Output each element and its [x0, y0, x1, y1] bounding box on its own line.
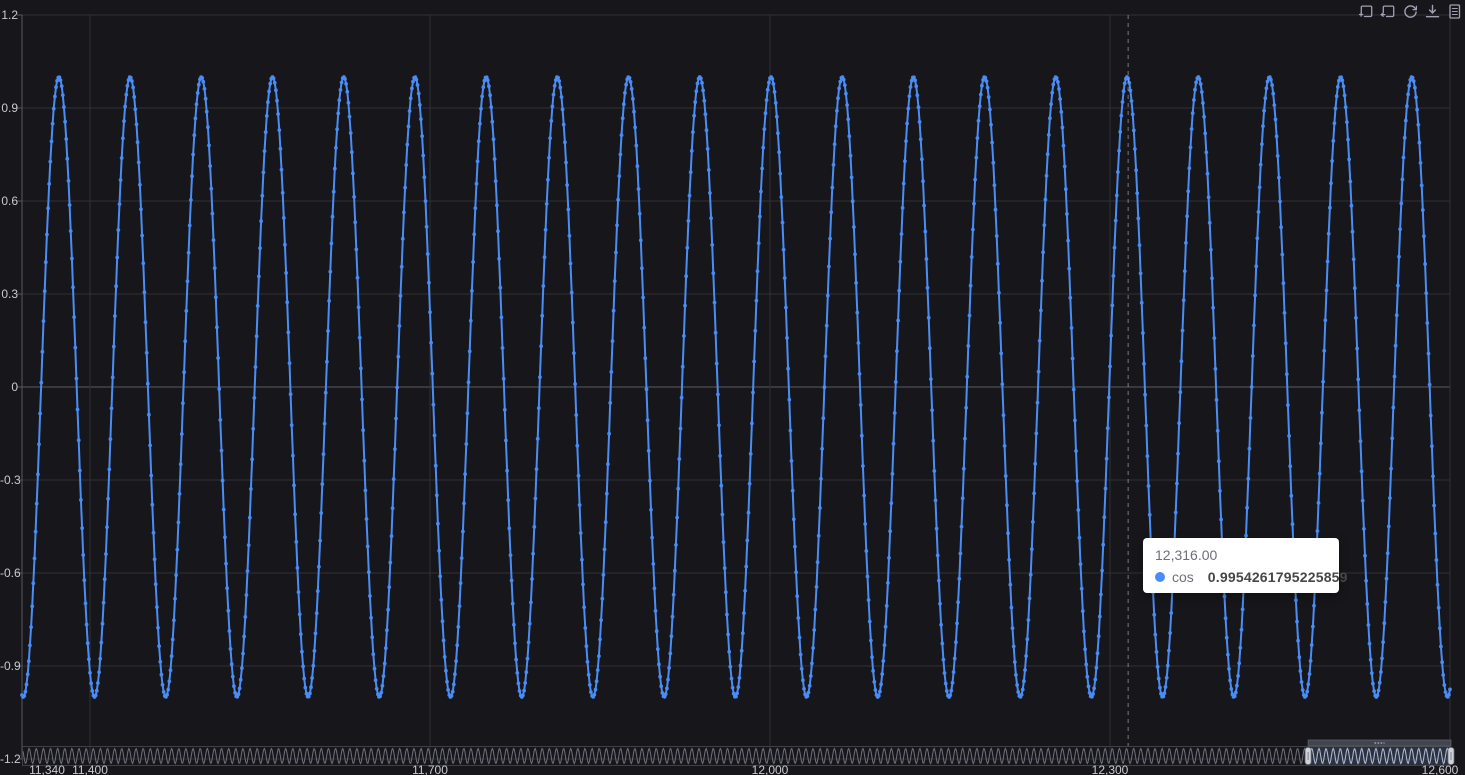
x-axis-label: 11,400	[72, 763, 108, 775]
line-chart-canvas	[17, 14, 1455, 766]
y-axis-label: 0.3	[1, 287, 18, 301]
y-axis-label: -0.3	[0, 473, 21, 487]
zoom-select-icon[interactable]	[1358, 3, 1375, 20]
x-axis-label: 11,700	[412, 763, 448, 775]
tooltip-series-value: 0.9954261795225859	[1207, 569, 1348, 585]
tooltip-x-value: 12,316.00	[1155, 547, 1218, 563]
y-axis-label: 0.9	[1, 101, 18, 115]
x-axis-label: 11,340	[29, 763, 65, 775]
data-view-icon[interactable]	[1446, 3, 1463, 20]
restore-icon[interactable]	[1402, 3, 1419, 20]
save-image-icon[interactable]	[1424, 3, 1441, 20]
series-color-dot	[1155, 572, 1165, 582]
x-axis-label: 12,600	[1421, 763, 1459, 775]
tooltip: 12,316.00 cos 0.9954261795225859	[1143, 538, 1347, 593]
y-axis-label: -1.2	[0, 752, 21, 766]
datazoom-move-handle[interactable]	[1307, 739, 1452, 747]
x-axis-label: 12,000	[751, 763, 789, 775]
tooltip-series-name: cos	[1172, 569, 1194, 585]
y-axis-label: -0.6	[0, 566, 21, 580]
y-axis-label: 0.6	[1, 194, 18, 208]
toolbox	[1358, 3, 1463, 20]
x-axis-label: 12,300	[1091, 763, 1129, 775]
zoom-reset-icon[interactable]	[1380, 3, 1397, 20]
y-axis-label: 1.2	[1, 8, 18, 22]
chart-root: 1.2 0.9 0.6 0.3 0 -0.3 -0.6 -0.9 -1.2 11,340 11,4…	[0, 0, 1465, 775]
y-axis-label: 0	[11, 380, 18, 394]
y-axis-label: -0.9	[0, 659, 21, 673]
tooltip-series-row: cos 0.9954261795225859	[1155, 569, 1347, 585]
